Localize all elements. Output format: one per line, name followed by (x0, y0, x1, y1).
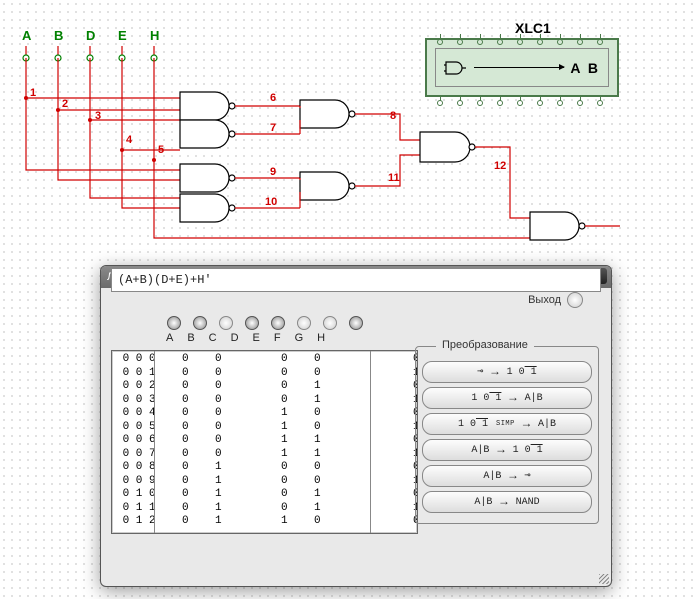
btn-expr-to-circuit[interactable]: A|B→⊸ (422, 465, 592, 487)
wire-7: 7 (270, 122, 276, 134)
table-row: 0 0 4 0 0 1 0 0 1 (116, 407, 413, 421)
col-terminal-c[interactable] (219, 316, 233, 330)
wire-12: 12 (494, 160, 506, 172)
wire-2: 2 (62, 98, 68, 110)
table-row: 0 0 5 0 0 1 0 1 0 (116, 421, 413, 435)
resize-handle[interactable] (599, 574, 609, 584)
wire-3: 3 (95, 110, 101, 122)
btn-table-to-expr[interactable]: 1 0 1→A|B (422, 387, 592, 409)
table-row: 0 0 1 0 0 0 0 1 0 (116, 367, 413, 381)
conversion-group: Преобразование ⊸→1 0 1 1 0 1→A|B 1 0 1SI… (415, 346, 599, 524)
wire-5: 5 (158, 144, 164, 156)
column-selectors: ABCDEFGH (161, 316, 369, 344)
wire-10: 10 (265, 196, 277, 208)
col-terminal-f[interactable] (297, 316, 311, 330)
output-terminal[interactable] (567, 292, 583, 308)
truth-table[interactable]: 0 0 0 0 0 0 0 0 1 0 0 1 0 0 0 0 1 0 0 0 … (111, 350, 418, 534)
btn-expr-to-nand[interactable]: A|B→NAND (422, 491, 592, 513)
nand-gate (180, 92, 235, 120)
conversion-legend: Преобразование (436, 339, 534, 351)
logic-schematic (0, 0, 697, 260)
table-row: 0 0 2 0 0 0 1 0 1 (116, 380, 413, 394)
exit-label: Выход (528, 294, 561, 306)
table-row: 0 0 6 0 0 1 1 0 1 (116, 434, 413, 448)
col-terminal-b[interactable] (193, 316, 207, 330)
table-row: 0 0 0 0 0 0 0 0 1 (116, 353, 413, 367)
col-terminal-a[interactable] (167, 316, 181, 330)
btn-expr-to-table[interactable]: A|B→1 0 1 (422, 439, 592, 461)
btn-circuit-to-table[interactable]: ⊸→1 0 1 (422, 361, 592, 383)
table-row: 0 0 7 0 0 1 1 1 0 (116, 448, 413, 462)
wire-6: 6 (270, 92, 276, 104)
table-row: 0 0 3 0 0 0 1 1 0 (116, 394, 413, 408)
wire-8: 8 (390, 110, 396, 122)
btn-table-simp-expr[interactable]: 1 0 1SIMP→A|B (422, 413, 592, 435)
expression-field[interactable]: (A+B)(D+E)+H' (111, 268, 601, 292)
table-row: 0 1 0 0 1 0 1 0 1 (116, 488, 413, 502)
wire-4: 4 (126, 134, 132, 146)
col-terminal-h[interactable] (349, 316, 363, 330)
table-row: 0 0 8 0 1 0 0 0 1 (116, 461, 413, 475)
table-row: 0 1 1 0 1 0 1 1 1 (116, 502, 413, 516)
table-row: 0 1 2 0 1 1 0 0 1 (116, 515, 413, 529)
col-terminal-e[interactable] (271, 316, 285, 330)
wire-11: 11 (388, 172, 400, 184)
wire-1: 1 (30, 87, 36, 99)
column-letters: ABCDEFGH (161, 332, 369, 344)
wire-9: 9 (270, 166, 276, 178)
col-terminal-d[interactable] (245, 316, 259, 330)
logic-converter-window[interactable]: Логический преобразователь-XLC1 x Выход … (100, 265, 612, 587)
table-row: 0 0 9 0 1 0 0 1 1 (116, 475, 413, 489)
col-terminal-g[interactable] (323, 316, 337, 330)
